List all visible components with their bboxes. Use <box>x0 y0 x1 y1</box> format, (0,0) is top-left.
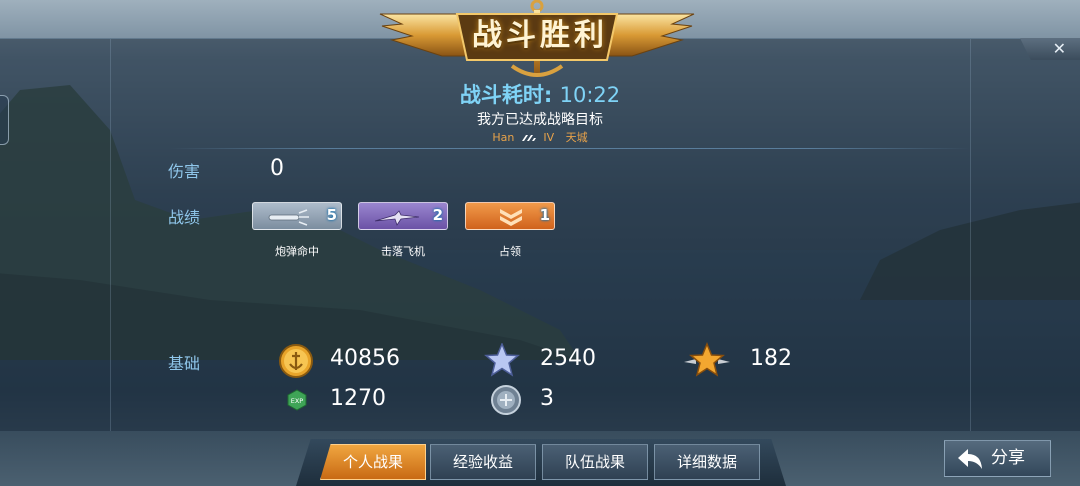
medal-icon <box>491 385 521 415</box>
exp-value: 1270 <box>330 386 386 411</box>
achievement-badge-capture[interactable]: 1 <box>465 202 555 230</box>
silver-star-value: 2540 <box>540 346 596 371</box>
silver-star-icon <box>484 343 520 377</box>
capture-count: 1 <box>539 206 550 224</box>
share-label: 分享 <box>991 448 1025 468</box>
hits-caption: 炮弹命中 <box>275 245 319 258</box>
duration-label: 战斗耗时: <box>459 83 553 107</box>
credits-value: 40856 <box>330 346 400 371</box>
objective-text: 我方已达成战略目标 <box>477 112 603 128</box>
damage-value: 0 <box>270 156 284 181</box>
achievements-label: 战绩 <box>168 208 201 227</box>
gold-star-value: 182 <box>750 346 792 371</box>
aircraft-count: 2 <box>432 206 443 224</box>
exp-icon: EXP <box>287 389 307 411</box>
ship-nation: Han <box>492 131 515 144</box>
ship-info: Han IV 天城 <box>0 129 1080 145</box>
header-divider <box>170 148 970 149</box>
tab-experience-gains[interactable]: 经验收益 <box>430 444 536 480</box>
victory-title: 战斗胜利 <box>472 18 608 53</box>
torpedo-icon <box>268 209 309 226</box>
damage-label: 伤害 <box>168 162 201 181</box>
battle-duration: 战斗耗时: 10:22 <box>0 79 1080 109</box>
base-label: 基础 <box>168 354 201 373</box>
credits-coin-icon <box>279 344 313 378</box>
ship-class-icon <box>521 135 536 141</box>
tab-personal-results[interactable]: 个人战果 <box>320 444 426 480</box>
duration-value: 10:22 <box>559 83 621 107</box>
hits-count: 5 <box>326 206 337 224</box>
capture-caption: 占领 <box>499 245 521 258</box>
share-button[interactable]: 分享 <box>944 440 1051 477</box>
gold-star-icon <box>684 342 730 377</box>
tab-team-results[interactable]: 队伍战果 <box>542 444 648 480</box>
ship-tier: IV <box>543 131 555 144</box>
achievement-badge-aircraft[interactable]: 2 <box>358 202 448 230</box>
chevron-icon <box>500 209 522 226</box>
aircraft-icon <box>374 210 420 226</box>
ship-name: 天城 <box>565 131 588 144</box>
achievement-badge-hits[interactable]: 5 <box>252 202 342 230</box>
share-arrow-icon <box>958 449 982 469</box>
svg-text:EXP: EXP <box>291 397 304 405</box>
aircraft-caption: 击落飞机 <box>381 245 425 258</box>
medal-value: 3 <box>540 386 554 411</box>
tab-detailed-data[interactable]: 详细数据 <box>654 444 760 480</box>
